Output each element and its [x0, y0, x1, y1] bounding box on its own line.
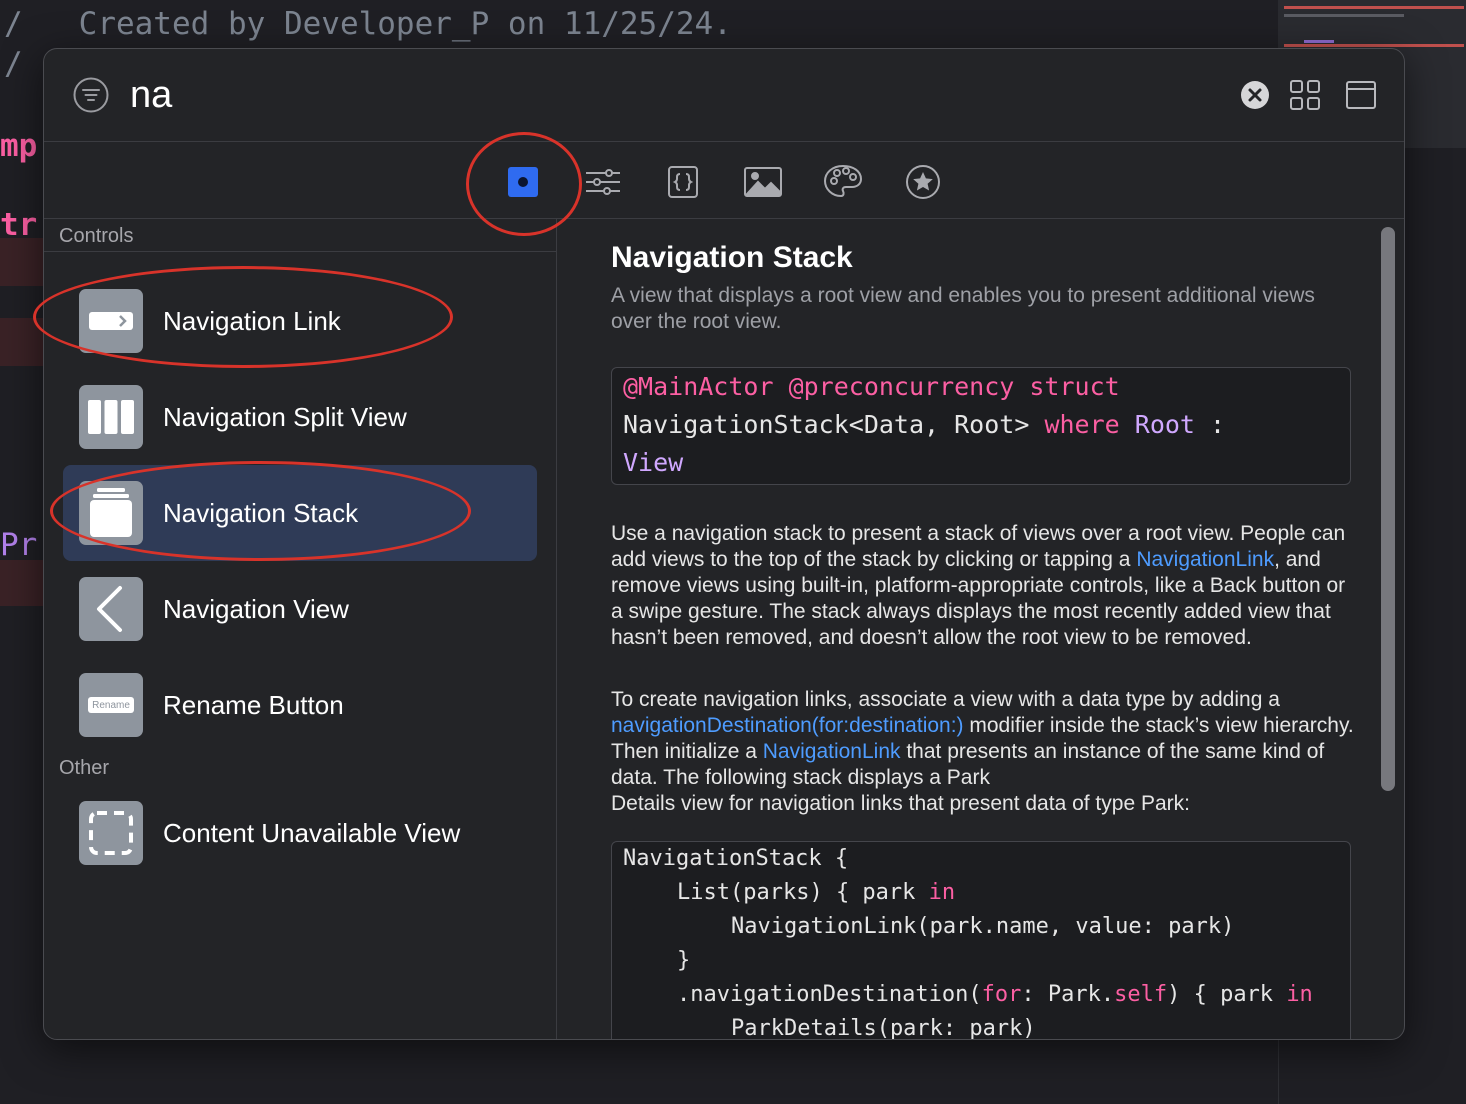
navigation-destination-link[interactable]: navigationDestination(for:destination:) — [611, 714, 964, 737]
code-fragment: mp — [0, 128, 38, 164]
declaration-box: @MainActor @preconcurrency struct Naviga… — [611, 367, 1351, 485]
tab-snippets[interactable] — [663, 162, 703, 202]
list-item-rename-button[interactable]: Rename Rename Button — [63, 657, 537, 753]
list-item-navigation-link[interactable]: Navigation Link — [63, 273, 537, 369]
snippet-braces-icon — [668, 166, 698, 198]
clear-search-icon[interactable] — [1240, 80, 1270, 110]
line-highlight — [0, 318, 44, 366]
filter-icon[interactable] — [73, 77, 109, 113]
code-sample-line: .navigationDestination(for: Park.self) {… — [677, 982, 1313, 1007]
detail-abstract: A view that displays a root view and ena… — [611, 284, 1315, 333]
code-fragment: tr — [0, 207, 38, 243]
detail-title: Navigation Stack — [611, 241, 853, 274]
line-highlight — [0, 238, 44, 286]
tab-views[interactable] — [503, 162, 543, 202]
navigation-link-link[interactable]: NavigationLink — [763, 740, 901, 763]
star-circle-icon — [906, 165, 940, 199]
list-item-content-unavailable-view[interactable]: Content Unavailable View — [63, 785, 537, 881]
tab-colors[interactable] — [823, 162, 863, 202]
detail-toggle-icon[interactable] — [1345, 79, 1377, 111]
list-item-label: Navigation Stack — [163, 498, 359, 528]
code-sample-line: NavigationLink(park.name, value: park) — [731, 914, 1235, 939]
code-sample-box: NavigationStack { List(parks) { park in … — [611, 841, 1351, 1040]
comment-line-slash: / — [4, 46, 23, 82]
list-item-label: Navigation Link — [163, 306, 341, 336]
declaration-line: View — [623, 448, 684, 477]
code-fragment: Pr — [0, 527, 38, 563]
views-tab-icon — [508, 167, 538, 197]
grid-view-icon[interactable] — [1289, 79, 1321, 111]
declaration-line: NavigationStack<Data, Root> where Root : — [623, 410, 1226, 439]
code-sample-line: NavigationStack { — [623, 846, 849, 871]
section-header-other: Other — [59, 757, 110, 779]
results-list: Controls Navigation Link Navigation Spli… — [44, 219, 557, 1039]
search-input[interactable] — [130, 69, 1130, 121]
detail-pane: Navigation Stack A view that displays a … — [588, 219, 1404, 1039]
tab-media[interactable] — [743, 162, 783, 202]
list-item-label: Navigation Split View — [163, 402, 407, 432]
sliders-icon — [586, 169, 620, 195]
list-item-navigation-view[interactable]: Navigation View — [63, 561, 537, 657]
chevron-left-icon — [79, 577, 143, 641]
navigation-link-icon — [79, 289, 143, 353]
tab-modifiers[interactable] — [583, 162, 623, 202]
overview-paragraph: To create navigation links, associate a … — [611, 688, 1354, 815]
stack-icon — [79, 481, 143, 545]
library-tab-bar — [44, 142, 1404, 219]
overview-paragraph: Use a navigation stack to present a stac… — [611, 522, 1346, 649]
line-highlight — [0, 560, 44, 606]
split-view-icon — [79, 385, 143, 449]
content-unavailable-icon — [79, 801, 143, 865]
rename-thumb-text: Rename — [92, 700, 130, 711]
section-divider — [44, 251, 556, 252]
palette-icon — [823, 164, 863, 198]
declaration-line: @MainActor @preconcurrency struct — [623, 372, 1120, 401]
navigation-link-link[interactable]: NavigationLink — [1136, 548, 1274, 571]
list-item-label: Content Unavailable View — [163, 818, 461, 848]
scrollbar-thumb[interactable] — [1381, 227, 1395, 791]
rename-button-icon: Rename — [79, 673, 143, 737]
code-sample-line: List(parks) { park in — [677, 880, 956, 905]
code-sample-line: } — [677, 948, 691, 973]
list-item-label: Navigation View — [163, 594, 349, 624]
code-sample-line: ParkDetails(park: park) — [731, 1016, 1036, 1040]
list-item-navigation-split-view[interactable]: Navigation Split View — [63, 369, 537, 465]
search-bar — [44, 49, 1404, 142]
comment-line-created-by: / Created by Developer_P on 11/25/24. — [4, 6, 732, 42]
photo-icon — [744, 167, 782, 197]
library-panel: Controls Navigation Link Navigation Spli… — [43, 48, 1405, 1040]
list-item-navigation-stack[interactable]: Navigation Stack — [63, 465, 537, 561]
section-header-controls: Controls — [59, 225, 134, 247]
tab-symbols[interactable] — [903, 162, 943, 202]
list-item-label: Rename Button — [163, 690, 344, 720]
